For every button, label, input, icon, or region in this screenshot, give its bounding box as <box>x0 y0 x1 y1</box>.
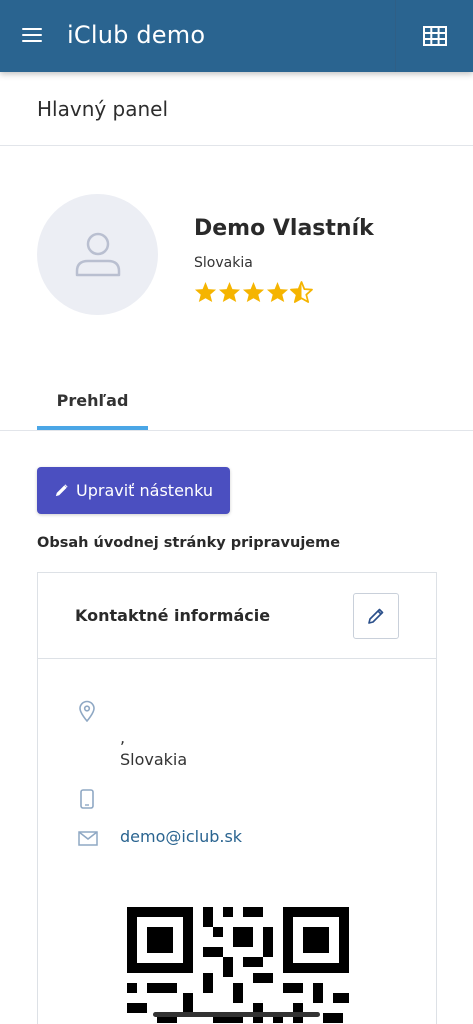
mobile-phone-icon <box>80 789 94 809</box>
coming-soon-notice: Obsah úvodnej stránky pripravujeme <box>37 535 341 551</box>
page-title-bar: Hlavný panel <box>0 72 473 146</box>
email-link[interactable]: demo@iclub.sk <box>120 827 242 846</box>
map-pin-icon <box>79 700 95 722</box>
menu-icon[interactable] <box>22 24 50 48</box>
profile-name: Demo Vlastník <box>194 216 374 241</box>
contact-card-title: Kontaktné informácie <box>75 606 271 625</box>
edit-contact-button[interactable] <box>353 593 399 639</box>
contact-card-header: Kontaktné informácie <box>38 573 436 659</box>
pencil-icon <box>368 608 384 624</box>
pencil-icon <box>55 484 68 497</box>
envelope-icon <box>78 831 98 846</box>
user-icon <box>75 232 120 276</box>
app-bar: iClub demo <box>0 0 473 72</box>
grid-icon[interactable] <box>395 0 473 72</box>
tab-overview[interactable]: Prehľad <box>37 370 148 431</box>
page-title: Hlavný panel <box>37 97 169 121</box>
active-tab-indicator <box>37 426 148 430</box>
star-icon <box>266 281 289 303</box>
avatar <box>37 194 158 315</box>
tab-bar: Prehľad <box>0 370 473 431</box>
star-icon <box>242 281 265 303</box>
app-title: iClub demo <box>67 21 206 49</box>
qr-code <box>127 907 349 1024</box>
address-street: , <box>120 728 126 747</box>
star-half-icon <box>290 281 313 303</box>
edit-dashboard-button[interactable]: Upraviť nástenku <box>37 467 230 514</box>
profile-country: Slovakia <box>194 255 253 271</box>
edit-dashboard-label: Upraviť nástenku <box>76 481 213 500</box>
star-icon <box>218 281 241 303</box>
home-indicator <box>153 1012 320 1017</box>
address-country: Slovakia <box>120 750 188 769</box>
contact-card: Kontaktné informácie , Slovakia demo@icl… <box>37 572 437 1024</box>
star-icon <box>194 281 217 303</box>
rating-stars <box>194 281 313 303</box>
